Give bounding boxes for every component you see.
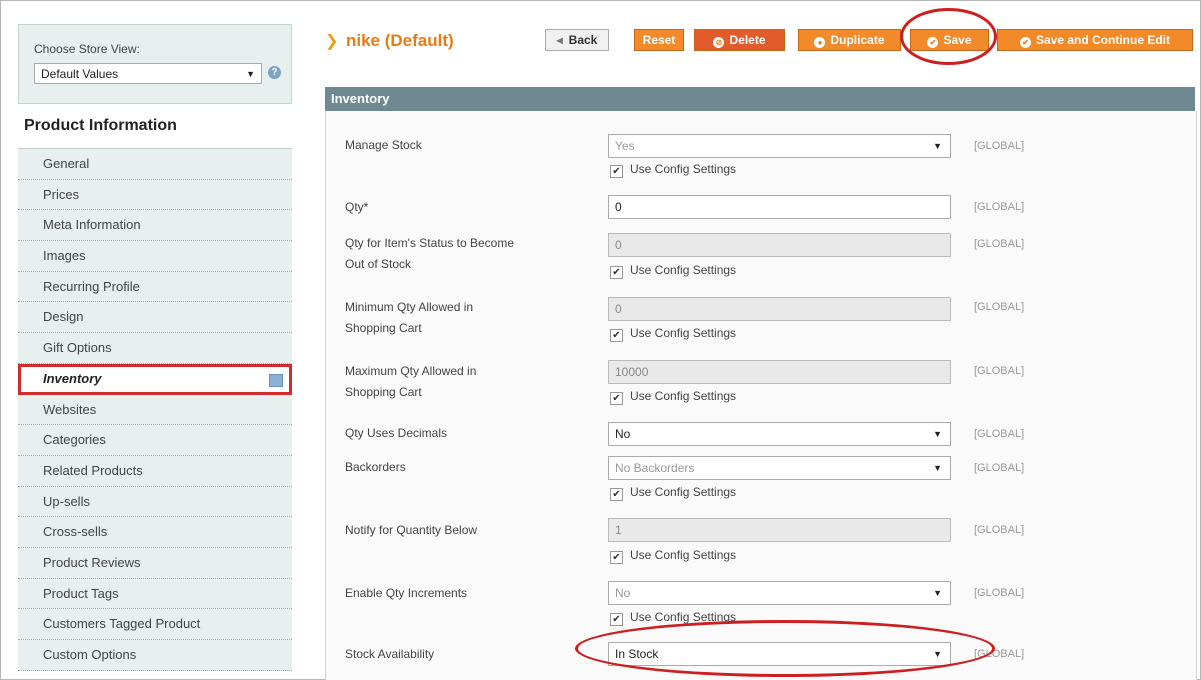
use-config-notify[interactable]: ✔ Use Config Settings: [610, 548, 736, 564]
scope-label: [GLOBAL]: [974, 428, 1025, 440]
chevron-down-icon: ▼: [933, 463, 942, 473]
qty-label: Qty*: [345, 200, 369, 214]
tab-design[interactable]: Design: [18, 302, 292, 334]
inventory-section-header: Inventory: [325, 87, 1195, 111]
chevron-down-icon: ▼: [933, 588, 942, 598]
tab-categories[interactable]: Categories: [18, 425, 292, 456]
help-icon[interactable]: ?: [268, 66, 281, 79]
inventory-form: Manage Stock Yes ▼ [GLOBAL] ✔ Use Config S…: [325, 111, 1197, 680]
delete-button[interactable]: ⊘ Delete: [694, 29, 785, 51]
tab-images[interactable]: Images: [18, 241, 292, 272]
arrow-left-icon: ◂: [556, 33, 563, 47]
backorders-select[interactable]: No Backorders ▼: [608, 456, 951, 480]
duplicate-icon: ●: [814, 37, 826, 48]
store-view-select[interactable]: Default Values ▼: [34, 63, 262, 84]
notify-qty-below-input[interactable]: 1: [608, 518, 951, 542]
out-of-stock-input[interactable]: 0: [608, 233, 951, 257]
scope-label: [GLOBAL]: [974, 462, 1025, 474]
delete-icon: ⊘: [713, 37, 725, 48]
product-icon: ❯: [325, 33, 339, 50]
scope-label: [GLOBAL]: [974, 587, 1025, 599]
tab-product-reviews[interactable]: Product Reviews: [18, 547, 292, 579]
use-config-min-qty[interactable]: ✔ Use Config Settings: [610, 326, 736, 342]
max-qty-input[interactable]: 10000: [608, 360, 951, 384]
chevron-down-icon: ▼: [933, 141, 942, 151]
save-and-continue-button[interactable]: ✔ Save and Continue Edit: [997, 29, 1193, 51]
stock-availability-label: Stock Availability: [345, 647, 435, 661]
notify-qty-below-label: Notify for Quantity Below: [345, 523, 478, 537]
use-config-manage-stock[interactable]: ✔ Use Config Settings: [610, 162, 736, 178]
backorders-label: Backorders: [345, 460, 406, 474]
tab-general[interactable]: General: [18, 149, 292, 180]
stock-availability-highlight-circle: [575, 620, 995, 677]
duplicate-button[interactable]: ● Duplicate: [798, 29, 901, 51]
use-config-backorders[interactable]: ✔ Use Config Settings: [610, 485, 736, 501]
qty-decimals-select[interactable]: No ▼: [608, 422, 951, 446]
min-qty-label: Minimum Qty Allowed in Shopping Cart: [345, 300, 474, 335]
sidebar: Choose Store View: Default Values ▼ ? Pr…: [18, 24, 292, 671]
tab-customers-tagged-product[interactable]: Customers Tagged Product: [18, 609, 292, 640]
checkbox-checked-icon: ✔: [610, 392, 623, 405]
checkbox-checked-icon: ✔: [610, 165, 623, 178]
qty-increments-label: Enable Qty Increments: [345, 586, 468, 600]
product-information-title: Product Information: [24, 117, 177, 134]
tab-inventory-label: Inventory: [43, 370, 102, 386]
changed-icon: [269, 373, 283, 387]
back-button[interactable]: ◂ Back: [545, 29, 609, 51]
tab-gift-options[interactable]: Gift Options: [18, 333, 292, 364]
scope-label: [GLOBAL]: [974, 140, 1025, 152]
min-qty-input[interactable]: 0: [608, 297, 951, 321]
store-switcher-label: Choose Store View:: [34, 42, 140, 56]
checkbox-checked-icon: ✔: [610, 266, 623, 279]
scope-label: [GLOBAL]: [974, 238, 1025, 250]
checkbox-checked-icon: ✔: [610, 551, 623, 564]
tab-product-tags[interactable]: Product Tags: [18, 578, 292, 610]
max-qty-label: Maximum Qty Allowed in Shopping Cart: [345, 364, 477, 399]
tab-websites[interactable]: Websites: [18, 394, 292, 426]
qty-increments-select[interactable]: No ▼: [608, 581, 951, 605]
tab-up-sells[interactable]: Up-sells: [18, 486, 292, 518]
page-title: nike (Default): [346, 31, 454, 50]
page-header: ❯ nike (Default) ◂ Back Reset ⊘ Delete ● Du…: [325, 24, 1195, 60]
save-highlight-circle: [900, 8, 997, 65]
tab-meta-information[interactable]: Meta Information: [18, 210, 292, 242]
tab-recurring-profile[interactable]: Recurring Profile: [18, 271, 292, 303]
scope-label: [GLOBAL]: [974, 365, 1025, 377]
scope-label: [GLOBAL]: [974, 524, 1025, 536]
qty-input[interactable]: 0: [608, 195, 951, 219]
checkbox-checked-icon: ✔: [610, 329, 623, 342]
qty-decimals-label: Qty Uses Decimals: [345, 426, 448, 440]
tab-custom-options[interactable]: Custom Options: [18, 640, 292, 671]
out-of-stock-label: Qty for Item's Status to Become Out of S…: [345, 236, 515, 271]
product-tabs: General Prices Meta Information Images R…: [18, 148, 292, 671]
use-config-out-of-stock[interactable]: ✔ Use Config Settings: [610, 263, 736, 279]
tab-prices[interactable]: Prices: [18, 179, 292, 211]
chevron-down-icon: ▼: [933, 429, 942, 439]
manage-stock-label: Manage Stock: [345, 138, 422, 152]
checkbox-checked-icon: ✔: [610, 488, 623, 501]
tab-related-products[interactable]: Related Products: [18, 455, 292, 487]
check-icon: ✔: [1019, 37, 1031, 48]
tab-cross-sells[interactable]: Cross-sells: [18, 517, 292, 548]
manage-stock-select[interactable]: Yes ▼: [608, 134, 951, 158]
tab-inventory[interactable]: Inventory: [18, 363, 292, 395]
reset-button[interactable]: Reset: [634, 29, 684, 51]
scope-label: [GLOBAL]: [974, 201, 1025, 213]
chevron-down-icon: ▼: [246, 69, 255, 79]
scope-label: [GLOBAL]: [974, 301, 1025, 313]
store-view-value: Default Values: [41, 67, 119, 81]
store-switcher: Choose Store View: Default Values ▼ ?: [18, 24, 292, 104]
checkbox-checked-icon: ✔: [610, 613, 623, 626]
use-config-max-qty[interactable]: ✔ Use Config Settings: [610, 389, 736, 405]
